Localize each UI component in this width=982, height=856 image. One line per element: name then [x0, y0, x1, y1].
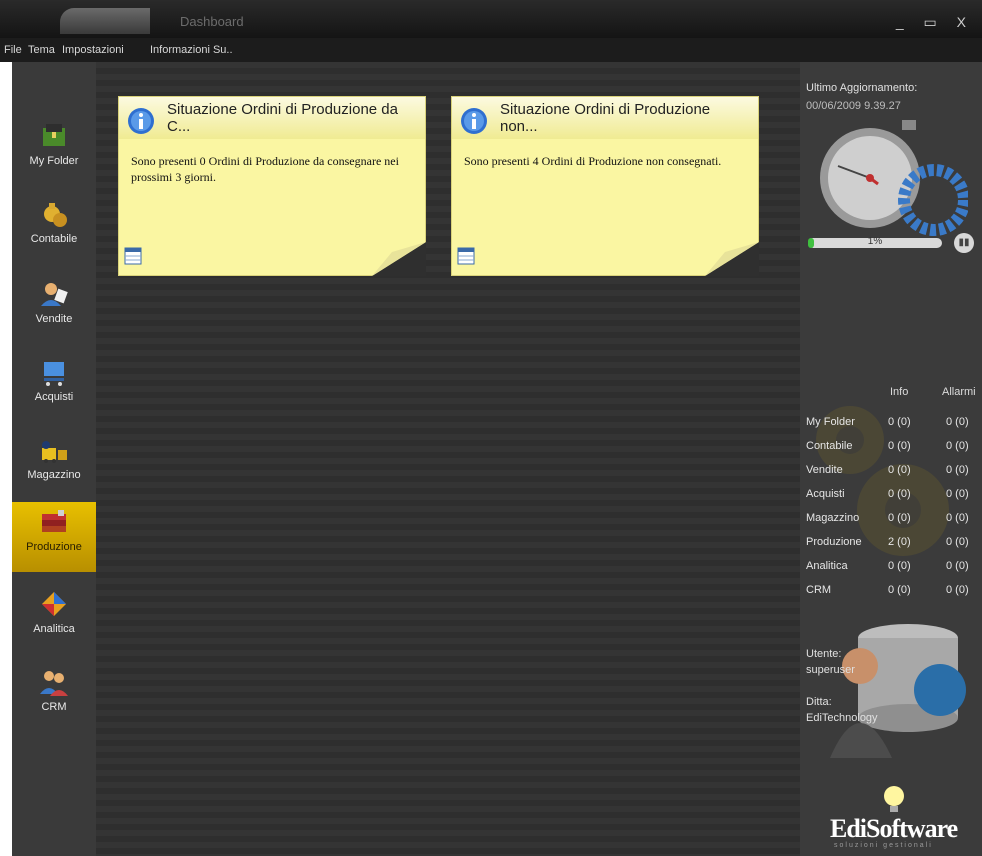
row-info: 0 (0)	[888, 560, 911, 572]
row-alarms: 0 (0)	[946, 440, 969, 452]
calendar-icon[interactable]	[457, 247, 475, 265]
table-row[interactable]: Magazzino 0 (0) 0 (0)	[806, 512, 982, 534]
row-info: 0 (0)	[888, 488, 911, 500]
page-fold-icon	[372, 242, 426, 276]
sidebar-item-label: Analitica	[33, 623, 75, 635]
company-label: Ditta:	[806, 696, 832, 708]
chart-icon	[42, 592, 66, 616]
row-name: Produzione	[806, 536, 862, 548]
row-info: 0 (0)	[888, 512, 911, 524]
coins-icon	[44, 203, 67, 227]
sidebar-item-produzione[interactable]: Produzione	[12, 502, 96, 572]
row-alarms: 0 (0)	[946, 560, 969, 572]
row-name: Vendite	[806, 464, 843, 476]
window-controls[interactable]: _ ▭ X	[896, 14, 974, 31]
row-name: Acquisti	[806, 488, 845, 500]
row-alarms: 0 (0)	[946, 512, 969, 524]
menu-informazioni[interactable]: Informazioni Su..	[150, 44, 233, 56]
sidebar-item-acquisti[interactable]: Acquisti	[12, 356, 96, 424]
note-body: Sono presenti 4 Ordini di Produzione non…	[464, 154, 722, 168]
row-info: 0 (0)	[888, 440, 911, 452]
info-icon	[461, 108, 487, 134]
people-icon	[40, 671, 68, 696]
row-alarms: 0 (0)	[946, 536, 969, 548]
row-name: Contabile	[806, 440, 853, 452]
calendar-icon[interactable]	[124, 247, 142, 265]
table-row[interactable]: CRM 0 (0) 0 (0)	[806, 584, 982, 606]
lightbulb-icon	[884, 786, 904, 812]
refresh-progress: 1%	[808, 236, 942, 248]
window-title: Dashboard	[180, 14, 244, 29]
row-name: Analitica	[806, 560, 848, 572]
table-row[interactable]: Contabile 0 (0) 0 (0)	[806, 440, 982, 462]
table-row[interactable]: Acquisti 0 (0) 0 (0)	[806, 488, 982, 510]
sidebar-item-vendite[interactable]: Vendite	[12, 278, 96, 346]
sidebar-item-analitica[interactable]: Analitica	[12, 588, 96, 656]
menu-tema[interactable]: Tema	[28, 44, 55, 56]
sidebar-item-my-folder[interactable]: My Folder	[12, 120, 96, 188]
note-card[interactable]: Situazione Ordini di Produzione non... S…	[451, 96, 759, 276]
menu-bar	[0, 38, 982, 62]
sidebar-item-label: Acquisti	[34, 391, 74, 403]
row-alarms: 0 (0)	[946, 488, 969, 500]
note-card[interactable]: Situazione Ordini di Produzione da C... …	[118, 96, 426, 276]
application-window: Dashboard _ ▭ X File Tema Impostazioni I…	[0, 0, 982, 856]
row-alarms: 0 (0)	[946, 416, 969, 428]
pause-button[interactable]: ▮▮	[954, 233, 974, 253]
row-alarms: 0 (0)	[946, 464, 969, 476]
sidebar-item-contabile[interactable]: Contabile	[12, 198, 96, 266]
forklift-icon	[42, 441, 67, 463]
column-header-info: Info	[890, 386, 909, 398]
person-icon	[41, 283, 68, 306]
sidebar-item-magazzino[interactable]: Magazzino	[12, 434, 96, 502]
folder-icon	[43, 124, 65, 146]
table-row[interactable]: Vendite 0 (0) 0 (0)	[806, 464, 982, 486]
table-row[interactable]: Produzione 2 (0) 0 (0)	[806, 536, 982, 558]
page-fold-icon	[705, 242, 759, 276]
note-body: Sono presenti 0 Ordini di Produzione da …	[131, 154, 399, 184]
left-edge	[0, 62, 12, 856]
row-info: 0 (0)	[888, 464, 911, 476]
table-row[interactable]: My Folder 0 (0) 0 (0)	[806, 416, 982, 438]
note-title: Situazione Ordini di Produzione da C...	[167, 101, 398, 135]
row-name: CRM	[806, 584, 832, 596]
row-alarms: 0 (0)	[946, 584, 969, 596]
user-database-icon	[830, 624, 966, 758]
menu-file[interactable]: File	[4, 44, 22, 56]
progress-label: 1%	[867, 236, 883, 247]
row-info: 0 (0)	[888, 416, 911, 428]
title-bar: Dashboard _ ▭ X	[0, 0, 982, 38]
column-header-alarms: Allarmi	[942, 386, 976, 398]
table-row[interactable]: Analitica 0 (0) 0 (0)	[806, 560, 982, 582]
sidebar-item-label: CRM	[41, 701, 67, 713]
menu-impostazioni[interactable]: Impostazioni	[62, 44, 124, 56]
stopwatch-icon	[820, 120, 968, 236]
cart-icon	[44, 362, 64, 386]
user-value: superuser	[806, 664, 855, 676]
info-icon	[128, 108, 154, 134]
company-value: EdiTechnology	[806, 712, 878, 724]
sidebar-item-crm[interactable]: CRM	[12, 666, 96, 734]
sidebar-item-label: My Folder	[29, 155, 79, 167]
title-tab	[60, 8, 150, 34]
sidebar-item-label: Produzione	[26, 541, 82, 553]
brand-logo: EdiSoftware	[830, 814, 958, 843]
sidebar-item-label: Magazzino	[27, 469, 81, 481]
last-update-label: Ultimo Aggiornamento:	[806, 82, 918, 94]
sidebar-item-label: Contabile	[30, 233, 78, 245]
sidebar-item-label: Vendite	[35, 313, 73, 325]
last-update-value: 00/06/2009 9.39.27	[806, 100, 901, 112]
row-info: 2 (0)	[888, 536, 911, 548]
row-name: Magazzino	[806, 512, 860, 524]
row-info: 0 (0)	[888, 584, 911, 596]
note-title: Situazione Ordini di Produzione non...	[500, 101, 711, 135]
user-label: Utente:	[806, 648, 842, 660]
row-name: My Folder	[806, 416, 855, 428]
brand-tagline: soluzioni gestionali	[834, 842, 933, 849]
books-icon	[42, 510, 66, 532]
